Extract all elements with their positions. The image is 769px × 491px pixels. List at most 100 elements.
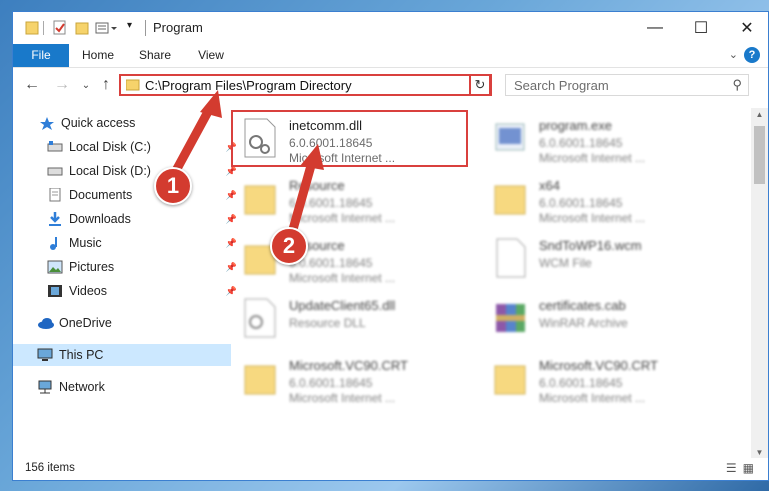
file-item[interactable]: SndToWP16.wcm WCM File	[485, 234, 725, 288]
minimize-button[interactable]: —	[632, 12, 678, 44]
file-type: Resource DLL	[289, 316, 366, 330]
sidebar-item-documents[interactable]: Documents 📌	[13, 184, 241, 206]
ribbon-tabs: File Home Share View ⌄ ?	[13, 44, 768, 68]
file-version: 6.0.6001.18645	[289, 376, 373, 390]
sidebar-item-label: Documents	[69, 188, 133, 202]
file-item[interactable]: program.exe 6.0.6001.18645 Microsoft Int…	[485, 114, 725, 168]
file-item[interactable]: Resource 6.0.6001.18645 Microsoft Intern…	[235, 174, 475, 228]
address-bar[interactable]: C:\Program Files\Program Directory ⌄	[119, 74, 492, 96]
folder-icon	[493, 358, 527, 398]
file-type: WCM File	[539, 256, 592, 270]
network-icon	[37, 380, 53, 394]
search-icon[interactable]: ⚲	[732, 77, 742, 93]
file-description: Microsoft Internet ...	[289, 391, 396, 405]
file-item[interactable]: x64 6.0.6001.18645 Microsoft Internet ..…	[485, 174, 725, 228]
documents-icon	[47, 187, 63, 202]
window-title: Program	[153, 20, 203, 35]
file-version: 6.0.6001.18645	[539, 196, 623, 210]
sidebar-item-label: Local Disk (D:)	[69, 164, 151, 178]
file-item[interactable]: UpdateClient65.dll Resource DLL	[235, 294, 475, 348]
star-icon	[39, 116, 55, 130]
refresh-button[interactable]: ↻	[469, 74, 491, 96]
folder-icon[interactable]	[25, 20, 39, 36]
sidebar-item-music[interactable]: Music 📌	[13, 232, 241, 254]
properties-icon[interactable]	[53, 20, 67, 36]
vertical-scrollbar[interactable]: ▲ ▼	[751, 108, 768, 460]
search-box[interactable]: Search Program ⚲	[505, 74, 749, 96]
file-name: Resource	[289, 178, 345, 193]
file-description: Microsoft Internet ...	[289, 211, 396, 225]
callout-2: 2	[270, 227, 308, 265]
sidebar-item-quick-access[interactable]: Quick access	[13, 112, 233, 134]
file-name: program.exe	[539, 118, 612, 133]
sidebar-item-pictures[interactable]: Pictures 📌	[13, 256, 241, 278]
tab-home[interactable]: Home	[77, 44, 119, 67]
dropdown-arrow-icon[interactable]: ▾	[127, 20, 132, 36]
address-path: C:\Program Files\Program Directory	[145, 78, 352, 93]
qa-separator	[43, 21, 44, 35]
download-icon	[47, 212, 63, 226]
file-item[interactable]: Microsoft.VC90.CRT 6.0.6001.18645 Micros…	[485, 354, 725, 408]
back-button[interactable]: ←	[21, 74, 43, 96]
file-name: Microsoft.VC90.CRT	[289, 358, 408, 373]
sidebar-item-local-disk-d[interactable]: Local Disk (D:) 📌	[13, 160, 241, 182]
scroll-thumb[interactable]	[754, 126, 765, 184]
pictures-icon	[47, 260, 63, 274]
folder-icon	[493, 178, 527, 218]
sidebar-item-label: OneDrive	[59, 316, 112, 330]
close-button[interactable]: ✕	[724, 12, 769, 44]
title-bar: ▾ Program — ☐ ✕	[13, 12, 768, 44]
videos-icon	[47, 284, 63, 298]
callout-1: 1	[154, 167, 192, 205]
sidebar-item-network[interactable]: Network	[13, 376, 231, 398]
file-version: 6.0.6001.18645	[539, 376, 623, 390]
dll-icon	[243, 298, 277, 338]
cloud-icon	[37, 316, 54, 330]
up-button[interactable]: ↑	[95, 74, 117, 96]
archive-icon	[493, 298, 527, 338]
forward-button[interactable]: →	[51, 74, 73, 96]
sidebar-item-downloads[interactable]: Downloads 📌	[13, 208, 241, 230]
status-bar: 156 items ☰▦	[13, 458, 768, 480]
view-mode-icons[interactable]: ☰▦	[726, 461, 760, 475]
tab-share[interactable]: Share	[135, 44, 175, 67]
sidebar-item-label: Local Disk (C:)	[69, 140, 151, 154]
search-input[interactable]: Search Program	[514, 78, 609, 93]
new-folder-icon[interactable]	[75, 20, 89, 36]
file-version: 6.0.6001.18645	[289, 196, 373, 210]
file-description: Microsoft Internet ...	[539, 391, 646, 405]
folder-icon	[243, 358, 277, 398]
tab-view[interactable]: View	[193, 44, 229, 67]
customize-toolbar-icon[interactable]	[95, 20, 121, 36]
sidebar-item-local-disk-c[interactable]: Local Disk (C:) 📌	[13, 136, 241, 158]
file-name: SndToWP16.wcm	[539, 238, 642, 253]
sidebar-item-this-pc[interactable]: This PC	[13, 344, 231, 366]
file-description: Microsoft Internet ...	[539, 151, 646, 165]
file-item[interactable]: Microsoft.VC90.CRT 6.0.6001.18645 Micros…	[235, 354, 475, 408]
navigation-pane: Quick access Local Disk (C:) 📌 Local Dis…	[13, 108, 237, 458]
sidebar-item-videos[interactable]: Videos 📌	[13, 280, 241, 302]
sidebar-item-label: Music	[69, 236, 102, 250]
file-name: Microsoft.VC90.CRT	[539, 358, 658, 373]
item-count: 156 items	[25, 462, 75, 474]
recent-locations-button[interactable]: ⌄	[75, 74, 97, 96]
drive-icon	[47, 164, 63, 178]
sidebar-item-label: Pictures	[69, 260, 115, 274]
tab-file[interactable]: File	[13, 44, 69, 67]
sidebar-item-label: This PC	[59, 348, 104, 362]
file-version: 6.0.6001.18645	[539, 136, 623, 150]
exe-icon	[493, 118, 527, 158]
title-separator	[145, 20, 146, 36]
maximize-button[interactable]: ☐	[678, 12, 724, 44]
folder-icon	[125, 79, 140, 94]
sidebar-item-onedrive[interactable]: OneDrive	[13, 312, 231, 334]
scroll-up-icon[interactable]: ▲	[751, 108, 768, 122]
chevron-down-icon[interactable]: ⌄	[729, 48, 738, 61]
file-name: x64	[539, 178, 560, 193]
address-row: ← → ⌄ ↑ C:\Program Files\Program Directo…	[13, 68, 768, 102]
file-item[interactable]: certificates.cab WinRAR Archive	[485, 294, 725, 348]
file-name: certificates.cab	[539, 298, 626, 313]
sidebar-item-label: Downloads	[69, 212, 131, 226]
help-button[interactable]: ?	[744, 47, 760, 63]
music-icon	[47, 236, 63, 250]
